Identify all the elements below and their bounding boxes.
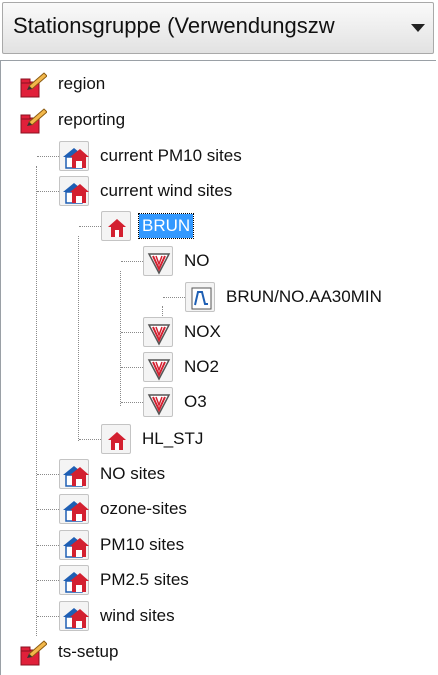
component-icon bbox=[143, 317, 173, 347]
tree-node-label: NO sites bbox=[100, 464, 166, 483]
tree-node-label: PM10 sites bbox=[100, 535, 185, 554]
triangle-down-icon[interactable] bbox=[411, 24, 425, 32]
tree-node-no[interactable]: NO bbox=[143, 244, 213, 278]
tree-node-o3[interactable]: O3 bbox=[143, 385, 210, 419]
tree-node-brun[interactable]: BRUN bbox=[101, 209, 195, 243]
tree-node-no2[interactable]: NO2 bbox=[143, 350, 222, 384]
station-group-icon bbox=[59, 141, 90, 171]
tree-node-label: NO bbox=[184, 251, 210, 270]
tree-node-label: HL_STJ bbox=[142, 429, 204, 448]
folder-pencil-icon bbox=[17, 637, 47, 667]
tree-node-label: NOX bbox=[184, 322, 221, 341]
station-group-icon bbox=[59, 459, 90, 489]
station-icon bbox=[101, 211, 131, 241]
tree-node-label: current wind sites bbox=[100, 181, 233, 200]
tree-node-current-pm10-sites[interactable]: current PM10 sites bbox=[59, 139, 245, 173]
station-group-dropdown[interactable]: Stationsgruppe (Verwendungszw bbox=[2, 2, 434, 54]
tree-node-reporting[interactable]: reporting bbox=[17, 103, 128, 137]
station-group-icon bbox=[59, 494, 90, 524]
tree-node-label: current PM10 sites bbox=[100, 146, 242, 165]
tree-node-no-sites[interactable]: NO sites bbox=[59, 457, 168, 491]
tree-node-brun-no-aa30min[interactable]: BRUN/NO.AA30MIN bbox=[185, 280, 385, 314]
tree-node-hl-stj[interactable]: HL_STJ bbox=[101, 422, 206, 456]
tree-node-nox[interactable]: NOX bbox=[143, 315, 224, 349]
tree-node-label: O3 bbox=[184, 392, 207, 411]
component-icon bbox=[143, 387, 173, 417]
tree-node-ozone-sites[interactable]: ozone-sites bbox=[59, 492, 190, 526]
tree-node-label: BRUN bbox=[137, 213, 195, 239]
tree-node-label: NO2 bbox=[184, 357, 219, 376]
tree-node-region[interactable]: region bbox=[17, 67, 108, 101]
tree-node-current-wind-sites[interactable]: current wind sites bbox=[59, 174, 235, 208]
station-group-icon bbox=[59, 601, 90, 631]
tree-node-pm2-5-sites[interactable]: PM2.5 sites bbox=[59, 563, 192, 597]
station-group-icon bbox=[59, 530, 90, 560]
station-icon bbox=[101, 424, 131, 454]
tree-node-pm10-sites[interactable]: PM10 sites bbox=[59, 528, 187, 562]
timeseries-icon bbox=[185, 282, 215, 312]
tree-node-wind-sites[interactable]: wind sites bbox=[59, 599, 178, 633]
component-icon bbox=[143, 246, 173, 276]
tree-node-label: BRUN/NO.AA30MIN bbox=[226, 287, 382, 306]
station-group-icon bbox=[59, 565, 90, 595]
tree-node-label: wind sites bbox=[100, 606, 175, 625]
station-tree[interactable]: region reporting current PM10 sites curr… bbox=[0, 60, 436, 675]
tree-node-label: ozone-sites bbox=[100, 499, 187, 518]
component-icon bbox=[143, 352, 173, 382]
dropdown-label: Stationsgruppe (Verwendungszw bbox=[13, 13, 335, 38]
station-group-icon bbox=[59, 176, 90, 206]
folder-pencil-icon bbox=[17, 69, 47, 99]
folder-pencil-icon bbox=[17, 105, 47, 135]
tree-node-label: ts-setup bbox=[58, 642, 119, 661]
tree-node-label: region bbox=[58, 74, 106, 93]
tree-node-ts-setup[interactable]: ts-setup bbox=[17, 635, 121, 669]
tree-node-label: reporting bbox=[58, 110, 126, 129]
tree-node-label: PM2.5 sites bbox=[100, 570, 189, 589]
